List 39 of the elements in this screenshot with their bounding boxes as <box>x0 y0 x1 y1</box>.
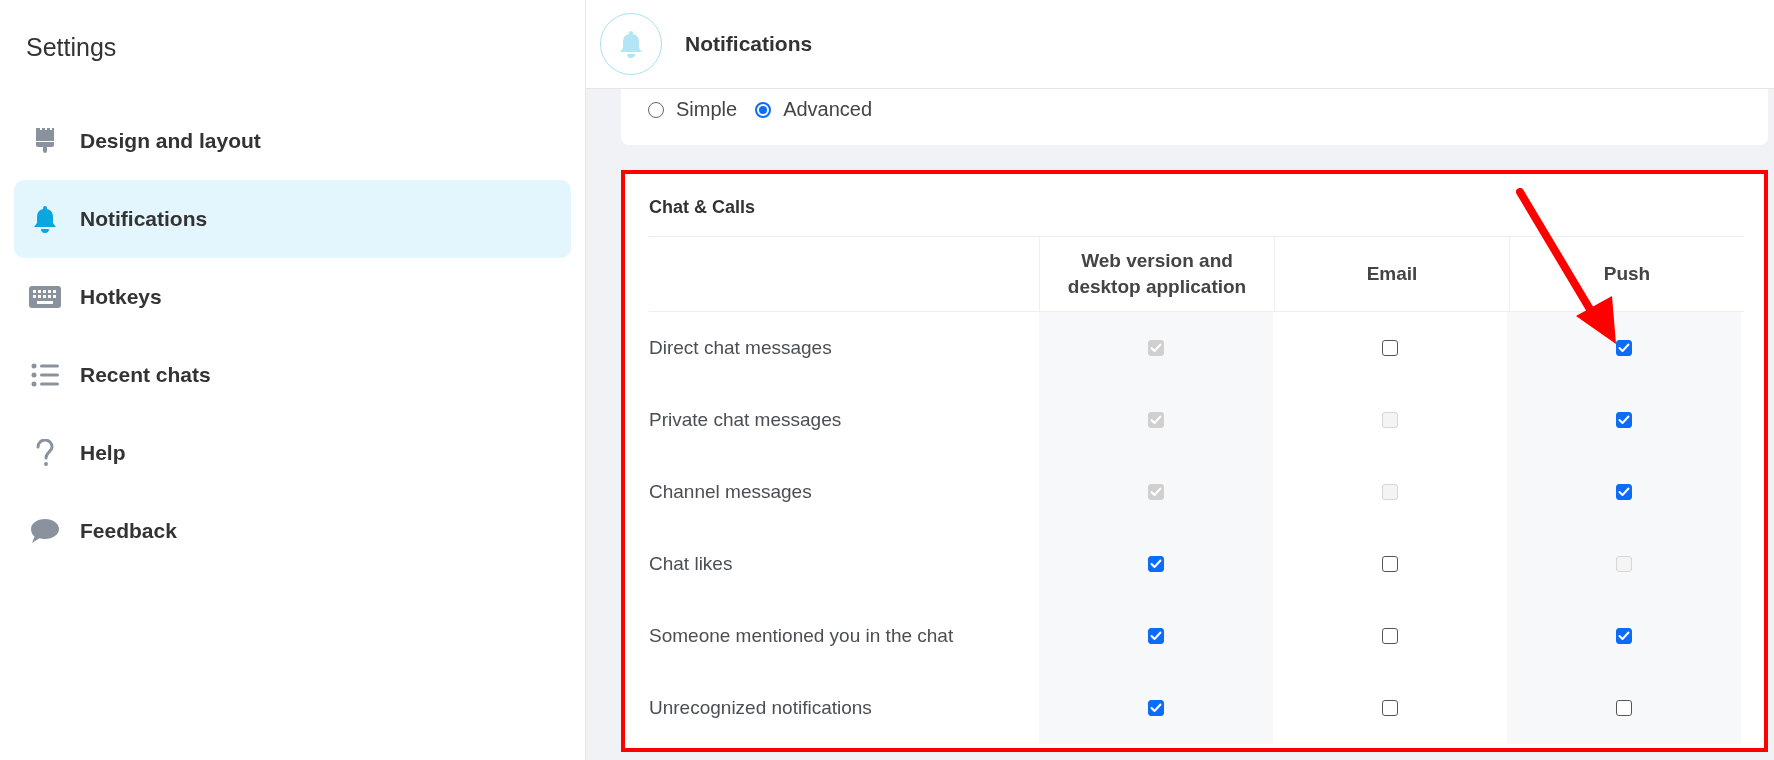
row-label: Private chat messages <box>649 409 842 431</box>
column-header: Web version and desktop application <box>1066 249 1248 299</box>
row-label: Chat likes <box>649 553 733 575</box>
radio-option[interactable]: Simple <box>648 98 738 121</box>
row-label: Channel messages <box>649 481 812 503</box>
column-header: Push <box>1603 262 1651 287</box>
keyboard-icon <box>29 286 61 308</box>
speech-bubble-icon <box>30 518 60 544</box>
checkbox[interactable] <box>1382 628 1398 644</box>
paintbrush-icon <box>34 127 56 155</box>
checkbox[interactable] <box>1616 412 1632 428</box>
section-title: Chat & Calls <box>649 174 1744 237</box>
checkbox[interactable] <box>1616 628 1632 644</box>
sidebar-item[interactable]: Hotkeys <box>14 258 571 336</box>
sidebar-item[interactable]: Design and layout <box>14 102 571 180</box>
checkbox[interactable] <box>1616 484 1632 500</box>
help-icon <box>35 439 55 467</box>
column-header: Email <box>1366 262 1418 287</box>
radio-button[interactable] <box>755 101 772 118</box>
row-label: Unrecognized notifications <box>649 697 872 719</box>
checkbox[interactable] <box>1382 556 1398 572</box>
bell-icon <box>32 205 58 233</box>
checkbox[interactable] <box>1382 700 1398 716</box>
checkbox[interactable] <box>1616 340 1632 356</box>
checkbox[interactable] <box>1148 628 1164 644</box>
checkbox[interactable] <box>1148 700 1164 716</box>
row-label: Someone mentioned you in the chat <box>649 625 954 647</box>
checkbox[interactable] <box>1616 700 1632 716</box>
row-label: Direct chat messages <box>649 337 832 359</box>
sidebar-item[interactable]: Notifications <box>14 180 571 258</box>
sidebar-item[interactable]: Help <box>14 414 571 492</box>
radio-option[interactable]: Advanced <box>755 98 873 121</box>
sidebar-item[interactable]: Recent chats <box>14 336 571 414</box>
checkbox[interactable] <box>1148 556 1164 572</box>
checkbox[interactable] <box>1382 340 1398 356</box>
list-icon <box>31 363 59 387</box>
sidebar-item[interactable]: Feedback <box>14 492 571 570</box>
sidebar-title: Settings <box>25 32 118 63</box>
page-title: Notifications <box>685 32 813 56</box>
